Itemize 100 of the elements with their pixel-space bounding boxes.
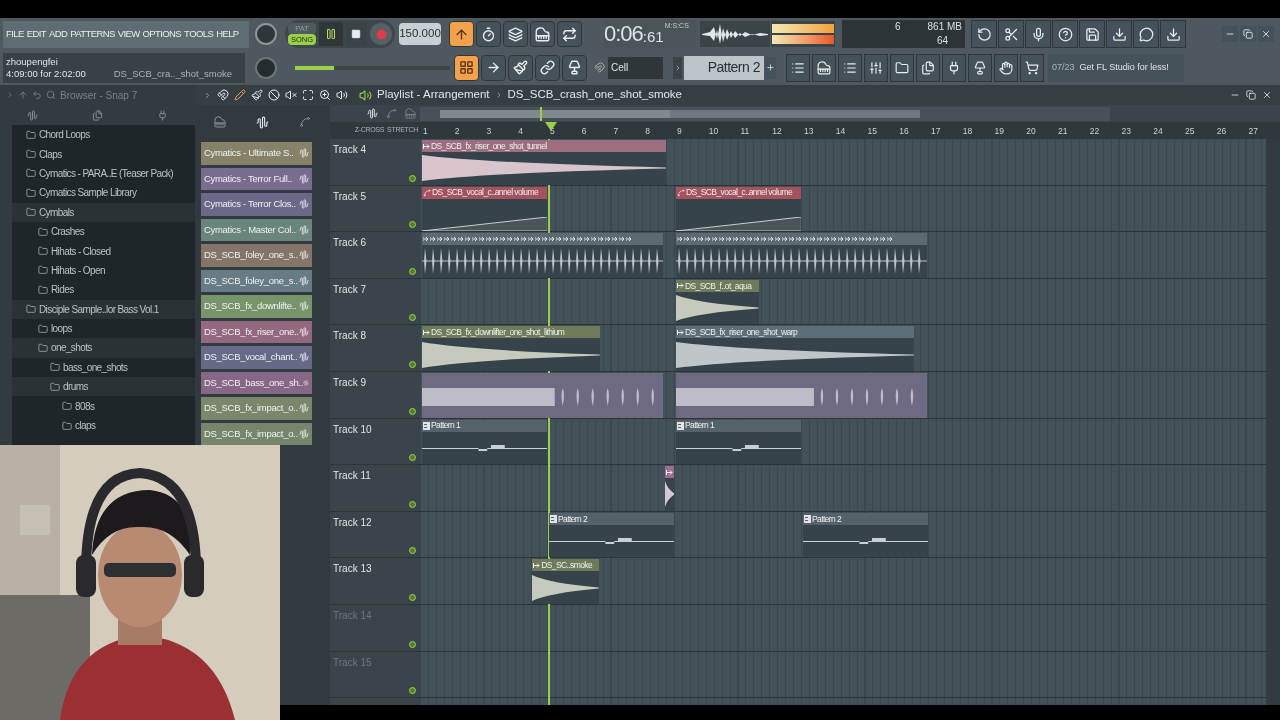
track-mute-toggle[interactable]: [409, 174, 416, 182]
audio-clip[interactable]: [422, 372, 664, 418]
menu-item[interactable]: PATTERNS: [70, 26, 115, 42]
track-mute-toggle[interactable]: [409, 407, 416, 415]
track-mute-toggle[interactable]: [409, 500, 416, 508]
zoom-icon[interactable]: [319, 89, 331, 101]
audio-clip[interactable]: DS_SCB_fx_riser_one_shot_warp: [676, 326, 915, 371]
browser-button[interactable]: [890, 53, 914, 82]
menu-item[interactable]: FILE: [6, 26, 24, 42]
speaker-icon[interactable]: [336, 89, 348, 101]
channel-rack-button[interactable]: [838, 53, 862, 82]
delete-icon[interactable]: [268, 89, 280, 101]
audio-clip[interactable]: DS_SCB_fx_downlifter_one_shot_lithium: [422, 326, 600, 371]
restore-button[interactable]: [1240, 26, 1256, 42]
link-button[interactable]: [535, 54, 560, 81]
arrow-button[interactable]: [481, 54, 506, 81]
pattern-clip[interactable]: Pattern 2: [549, 512, 675, 558]
mixer-button[interactable]: [864, 53, 888, 82]
search-icon[interactable]: [46, 90, 56, 100]
pitch-knob[interactable]: [255, 56, 277, 79]
channel-item[interactable]: DS_SCB_fx_downlifte..: [201, 295, 312, 318]
pitch-slider[interactable]: [295, 65, 450, 70]
track-mute-toggle[interactable]: [409, 314, 416, 322]
minimize-button[interactable]: [1222, 26, 1238, 42]
tempo-field[interactable]: 150.000: [399, 23, 441, 45]
brush-button[interactable]: [508, 54, 533, 81]
track-mute-toggle[interactable]: [409, 547, 416, 555]
chat-button[interactable]: [1133, 20, 1159, 48]
select-icon[interactable]: [302, 89, 314, 101]
channel-item[interactable]: Cymatics - Master Col..: [201, 218, 312, 241]
export-button[interactable]: [1106, 20, 1132, 48]
channel-item[interactable]: DS_SCB_fx_riser_one..: [201, 320, 312, 343]
expand-icon[interactable]: [203, 90, 212, 100]
cart-button[interactable]: [1020, 53, 1044, 82]
menu-item[interactable]: ADD: [48, 26, 68, 42]
track-mute-toggle[interactable]: [409, 454, 416, 462]
channel-item[interactable]: DS_SCB_bass_one_sh..: [201, 371, 312, 394]
cut-button[interactable]: [998, 20, 1024, 48]
scrollbar[interactable]: [1266, 139, 1280, 705]
pause-button[interactable]: [319, 22, 343, 46]
download-button[interactable]: [1160, 20, 1186, 48]
pattern-clip[interactable]: Pattern 1: [676, 419, 802, 465]
mute-icon[interactable]: [285, 89, 297, 101]
audio-clip[interactable]: [676, 233, 927, 278]
wait-button[interactable]: [476, 21, 501, 47]
restore-icon[interactable]: [1246, 90, 1256, 100]
track-mute-toggle[interactable]: [409, 640, 416, 648]
close-button[interactable]: [1258, 26, 1274, 42]
track-mute-toggle[interactable]: [409, 593, 416, 601]
browser-folder[interactable]: Disciple Sample..lor Bass Vol.1: [12, 299, 195, 319]
pattern-clip[interactable]: Pattern 1: [422, 419, 548, 465]
audio-clip[interactable]: DS_SC..smoke: [532, 559, 599, 604]
automation-clip[interactable]: DS_SCB_vocal_c..annel volume: [676, 186, 802, 232]
channel-item[interactable]: Cymatics - Terror Full..: [201, 167, 312, 190]
audio-clip[interactable]: [664, 466, 675, 511]
plugin-icon[interactable]: [157, 109, 168, 121]
close-icon[interactable]: [1262, 90, 1272, 100]
track-mute-toggle[interactable]: [409, 687, 416, 695]
pattern-clip[interactable]: Pattern 2: [803, 512, 929, 558]
pencil-icon[interactable]: [234, 89, 246, 101]
files-icon[interactable]: [92, 109, 103, 121]
channel-item[interactable]: DS_SCB_foley_one_s..: [201, 269, 312, 292]
project-button[interactable]: [916, 53, 940, 82]
help-button[interactable]: [1052, 20, 1078, 48]
track-mute-toggle[interactable]: [409, 267, 416, 275]
channel-item[interactable]: DS_SCB_fx_impact_o..: [201, 397, 312, 420]
channel-item[interactable]: DS_SCB_vocal_chant..: [201, 346, 312, 369]
piano-icon[interactable]: [405, 108, 416, 119]
menu-item[interactable]: VIEW: [117, 26, 140, 42]
up-icon[interactable]: [18, 90, 28, 100]
track-mute-toggle[interactable]: [409, 360, 416, 368]
menu-item[interactable]: EDIT: [26, 26, 46, 42]
step-edit-button[interactable]: [530, 21, 555, 47]
browser-folder[interactable]: drums: [12, 377, 195, 397]
piano-icon[interactable]: [214, 116, 226, 128]
playlist-button[interactable]: [786, 53, 810, 82]
news-panel[interactable]: 07/23 Get FL Studio for less!: [1048, 53, 1184, 82]
track-mute-toggle[interactable]: [409, 221, 416, 229]
save-button[interactable]: [1079, 20, 1105, 48]
audio-clip[interactable]: DS_SCB_fx_riser_one_shot_tunnel: [422, 140, 667, 185]
channel-item[interactable]: DS_SCB_fx_impact_o..: [201, 422, 312, 445]
loop-record-button[interactable]: [557, 21, 582, 47]
audio-clip[interactable]: [676, 372, 927, 418]
stop-button[interactable]: [345, 22, 368, 46]
browser-folder[interactable]: Cymbals: [12, 202, 195, 222]
audio-clip[interactable]: DS_SCB_f..ot_aqua: [676, 279, 759, 325]
menu-item[interactable]: OPTIONS: [142, 26, 182, 42]
channel-item[interactable]: Cymatics - Ultimate S..: [201, 142, 312, 165]
plugin-button[interactable]: [942, 53, 966, 82]
hand-button[interactable]: [994, 53, 1018, 82]
snap-icon[interactable]: [217, 89, 229, 101]
channel-item[interactable]: Cymatics - Terror Clos..: [201, 193, 312, 216]
automation-clip[interactable]: DS_SCB_vocal_c..annel volume: [422, 186, 548, 232]
snap-select[interactable]: Cell: [608, 56, 663, 79]
add-pattern-button[interactable]: [765, 56, 776, 79]
volume-knob[interactable]: [255, 23, 277, 45]
undo-button[interactable]: [971, 20, 997, 48]
menu-item[interactable]: HELP: [216, 26, 239, 42]
pattern-select[interactable]: Pattern 2: [684, 55, 764, 80]
piano-roll-button[interactable]: [812, 53, 836, 82]
